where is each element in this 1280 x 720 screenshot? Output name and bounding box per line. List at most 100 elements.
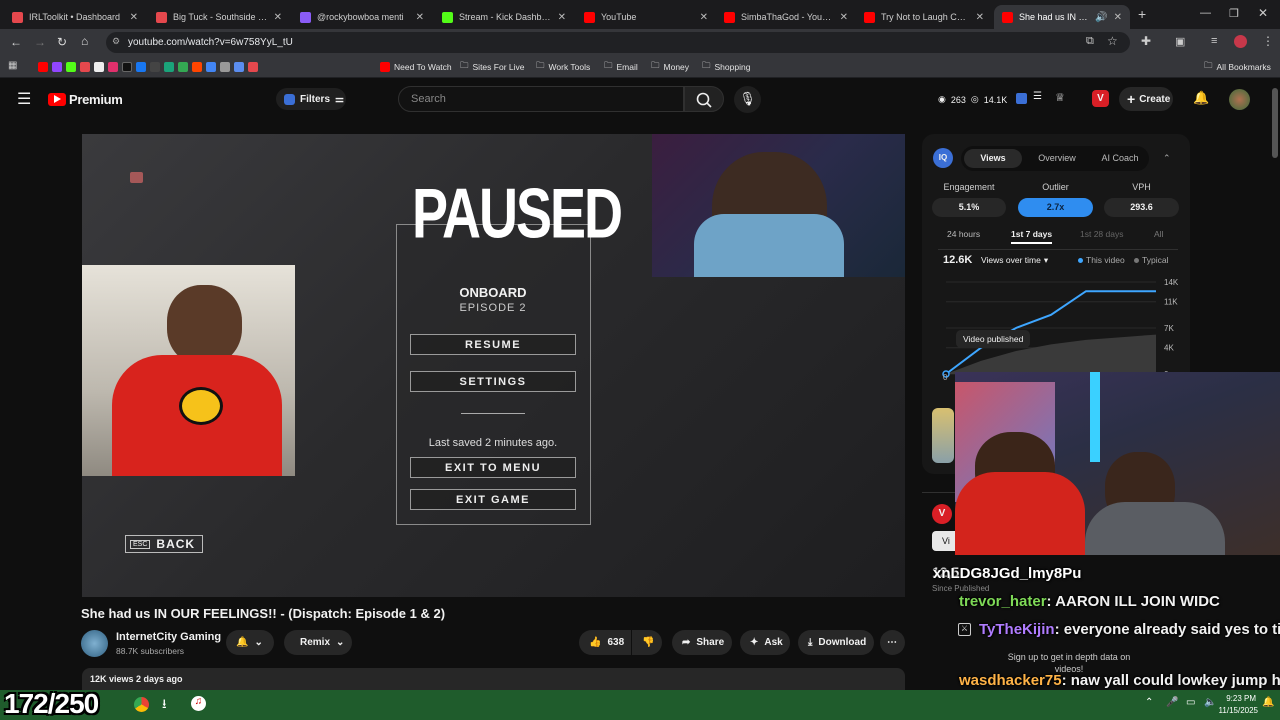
create-button[interactable]: + Create bbox=[1119, 87, 1173, 111]
search-input[interactable]: Search bbox=[398, 86, 684, 112]
notifications-icon[interactable]: 🔔 bbox=[1262, 697, 1274, 708]
network-icon[interactable]: ▭ bbox=[1186, 697, 1195, 708]
home-icon[interactable]: ⌂ bbox=[81, 34, 88, 48]
exit-game-button[interactable]: EXIT GAME bbox=[410, 489, 576, 510]
all-bookmarks[interactable]: 🗀 All Bookmarks bbox=[1204, 59, 1271, 74]
tray-chevron-icon[interactable]: ⌃ bbox=[1145, 697, 1153, 708]
trophy-icon[interactable]: ♕ bbox=[1055, 91, 1065, 104]
browser-tab-active[interactable]: She had us IN OUR FE 🔊 ✕ bbox=[994, 5, 1130, 29]
tab-views[interactable]: Views bbox=[964, 149, 1022, 168]
related-thumbnail[interactable] bbox=[932, 408, 954, 463]
kebab-menu-icon[interactable]: ⋮ bbox=[1262, 34, 1274, 48]
tab-ai-coach[interactable]: AI Coach bbox=[1092, 153, 1148, 163]
browser-tab[interactable]: Big Tuck - Southside Da R ✕ bbox=[148, 5, 290, 29]
speaker-icon[interactable]: 🔊 bbox=[1095, 12, 1107, 23]
share-button[interactable]: ➦ Share bbox=[672, 630, 732, 655]
dislike-button[interactable]: 👎 bbox=[632, 630, 662, 655]
settings-button[interactable]: SETTINGS bbox=[410, 371, 576, 392]
close-icon[interactable]: ✕ bbox=[130, 12, 138, 23]
bookmark-favicon[interactable] bbox=[94, 61, 104, 72]
extensions-icon[interactable]: ✚ bbox=[1141, 34, 1151, 48]
bookmark-favicon[interactable] bbox=[248, 61, 258, 72]
channel-name[interactable]: InternetCity Gaming bbox=[116, 631, 221, 643]
channel-avatar[interactable] bbox=[81, 630, 108, 657]
bookmark-favicon[interactable] bbox=[108, 61, 118, 72]
install-icon[interactable]: ⧉ bbox=[1086, 35, 1094, 48]
site-info-icon[interactable]: ⚙ bbox=[112, 36, 120, 47]
bookmark-folder[interactable]: 🗀 Work Tools bbox=[536, 59, 590, 74]
bookmark-favicon[interactable] bbox=[136, 61, 146, 72]
browser-tab[interactable]: IRLToolkit • Dashboard ✕ bbox=[4, 5, 146, 29]
youtube-premium-logo[interactable]: Premium bbox=[69, 92, 123, 107]
bookmark-favicon[interactable] bbox=[178, 61, 188, 72]
close-icon[interactable]: ✕ bbox=[274, 12, 282, 23]
bookmark-favicon[interactable] bbox=[80, 61, 90, 72]
menu-lines-icon[interactable]: ≡ bbox=[1211, 35, 1217, 47]
close-icon[interactable]: ✕ bbox=[700, 12, 708, 23]
bookmark-star-icon[interactable]: ☆ bbox=[1107, 34, 1118, 48]
range-7d[interactable]: 1st 7 days bbox=[1011, 229, 1053, 244]
bookmark-favicon[interactable] bbox=[38, 61, 48, 72]
close-icon[interactable]: ✕ bbox=[1114, 12, 1122, 23]
clock-time[interactable]: 9:23 PM bbox=[1224, 694, 1256, 703]
bookmark-favicon[interactable] bbox=[164, 61, 174, 72]
clock-date[interactable]: 11/15/2025 bbox=[1218, 706, 1258, 715]
bookmark-need-to-watch[interactable]: Need To Watch bbox=[380, 59, 452, 74]
bookmark-favicon[interactable] bbox=[52, 61, 62, 72]
bookmark-favicon[interactable] bbox=[234, 61, 244, 72]
views-dropdown[interactable]: Views over time ▾ bbox=[981, 255, 1048, 266]
forward-icon[interactable]: → bbox=[34, 35, 46, 49]
mic-tray-icon[interactable]: 🎤 bbox=[1166, 697, 1178, 708]
bookmark-folder[interactable]: 🗀 Sites For Live bbox=[460, 59, 524, 74]
list-icon[interactable]: ☰ bbox=[1033, 91, 1042, 102]
like-button[interactable]: 👍 638 bbox=[579, 630, 631, 655]
download-button[interactable]: ⤓ Download bbox=[798, 630, 874, 655]
bookmark-favicon[interactable] bbox=[66, 61, 76, 72]
bookmark-favicon[interactable] bbox=[206, 61, 216, 72]
close-icon[interactable]: ✕ bbox=[976, 12, 984, 23]
v-extension-icon[interactable]: V bbox=[1092, 90, 1109, 107]
collapse-chevron-icon[interactable]: ⌃ bbox=[1163, 153, 1171, 164]
volume-icon[interactable]: 🔈 bbox=[1204, 697, 1216, 708]
close-icon[interactable]: ✕ bbox=[416, 12, 424, 23]
resume-button[interactable]: RESUME bbox=[410, 334, 576, 355]
url-field[interactable]: youtube.com/watch?v=6w758YyL_tU bbox=[106, 32, 1130, 53]
subscribed-bell-button[interactable]: 🔔 ⌄ bbox=[226, 630, 274, 655]
bookmark-favicon[interactable] bbox=[192, 61, 202, 72]
back-icon[interactable]: ← bbox=[10, 35, 22, 49]
window-close-icon[interactable]: ✕ bbox=[1258, 6, 1268, 20]
browser-tab[interactable]: @rockybowboa menti ✕ bbox=[292, 5, 432, 29]
exit-to-menu-button[interactable]: EXIT TO MENU bbox=[410, 457, 576, 478]
remix-button[interactable]: Remix ⌄ bbox=[284, 630, 352, 655]
bookmark-folder[interactable]: 🗀 Shopping bbox=[702, 59, 750, 74]
range-28d[interactable]: 1st 28 days bbox=[1080, 229, 1123, 239]
close-icon[interactable]: ✕ bbox=[558, 12, 566, 23]
ask-button[interactable]: ✦ Ask bbox=[740, 630, 790, 655]
browser-tab[interactable]: Try Not to Laugh Challeng ✕ bbox=[856, 5, 992, 29]
chrome-icon[interactable] bbox=[134, 697, 149, 712]
minimize-icon[interactable]: — bbox=[1200, 7, 1211, 19]
browser-tab[interactable]: YouTube ✕ bbox=[576, 5, 716, 29]
sidepanel-icon[interactable]: ▣ bbox=[1175, 35, 1185, 48]
mic-icon[interactable]: 🎙 bbox=[734, 86, 761, 113]
new-tab-button[interactable]: + bbox=[1138, 6, 1146, 22]
bookmark-favicon[interactable] bbox=[220, 61, 230, 72]
back-button[interactable]: ESC BACK bbox=[125, 535, 203, 553]
page-scrollbar[interactable] bbox=[1272, 88, 1278, 158]
search-button[interactable] bbox=[684, 86, 724, 112]
close-icon[interactable]: ✕ bbox=[840, 12, 848, 23]
bookmark-folder[interactable]: 🗀 Money bbox=[651, 59, 689, 74]
account-avatar[interactable] bbox=[1229, 89, 1250, 110]
bookmark-favicon[interactable] bbox=[122, 61, 132, 72]
profile-avatar[interactable] bbox=[1234, 35, 1247, 48]
obs-icon[interactable]: ⭳ bbox=[162, 695, 167, 717]
apps-grid-icon[interactable]: ▦ bbox=[8, 60, 17, 71]
bell-icon[interactable]: 🔔 bbox=[1193, 90, 1209, 106]
iq-icon[interactable] bbox=[1016, 93, 1027, 104]
reload-icon[interactable]: ↻ bbox=[57, 35, 67, 49]
more-actions-button[interactable]: ⋯ bbox=[880, 630, 905, 655]
browser-tab[interactable]: Stream - Kick Dashboard ✕ bbox=[434, 5, 574, 29]
browser-tab[interactable]: SimbaThaGod - YouTube ✕ bbox=[716, 5, 856, 29]
tab-overview[interactable]: Overview bbox=[1028, 153, 1086, 163]
maximize-icon[interactable]: ❐ bbox=[1229, 7, 1239, 20]
